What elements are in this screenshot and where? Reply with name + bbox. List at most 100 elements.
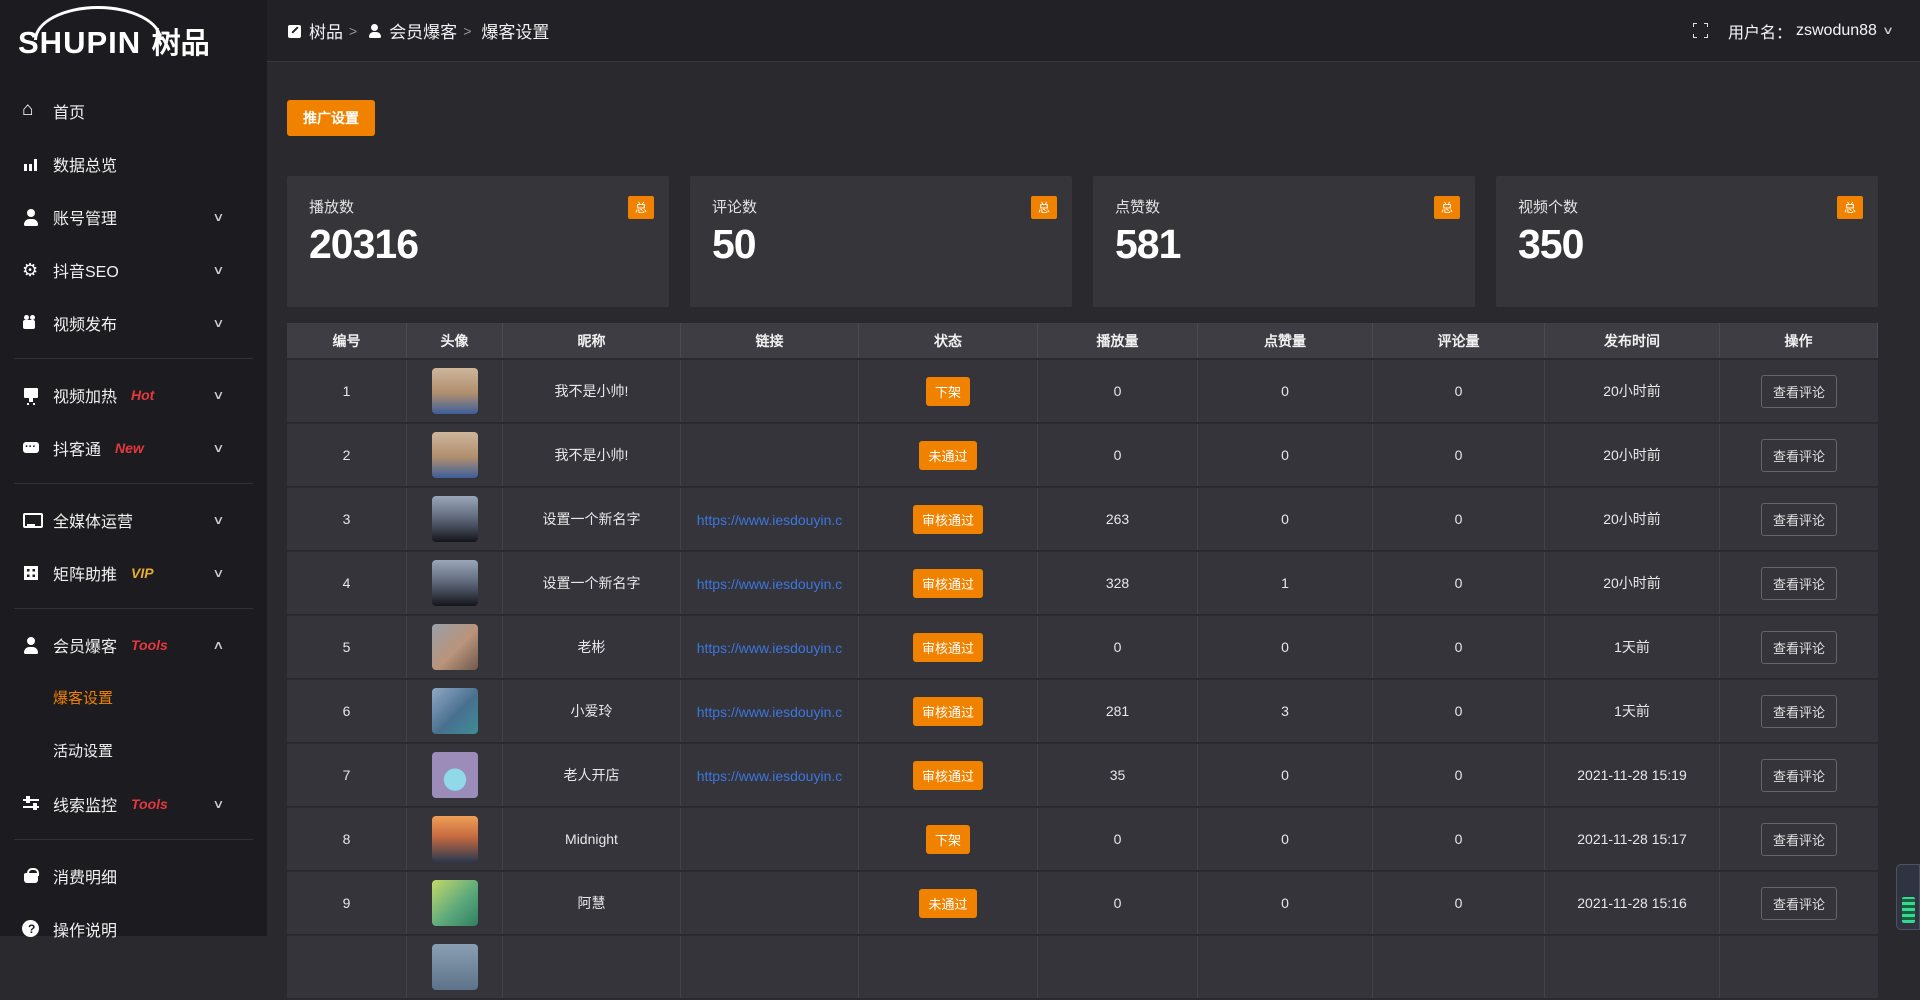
status-badge[interactable]: 下架 bbox=[926, 377, 970, 406]
cell-id: 9 bbox=[287, 872, 407, 934]
sidebar-item-label: 全媒体运营 bbox=[53, 508, 133, 532]
cell-status: 审核通过 bbox=[859, 552, 1038, 614]
video-link[interactable]: https://www.iesdouyin.c bbox=[697, 768, 843, 784]
sidebar-item[interactable]: 线索监控 Tools ∨ bbox=[0, 777, 267, 830]
sidebar-item-block: 全媒体运营 ∨ bbox=[0, 493, 267, 546]
table-row bbox=[287, 936, 1878, 998]
sidebar-item-icon bbox=[22, 155, 40, 173]
sidebar-item[interactable]: 会员爆客 Tools ∧ bbox=[0, 618, 267, 671]
cell-nickname: 我不是小帅! bbox=[503, 424, 681, 486]
status-badge[interactable]: 未通过 bbox=[919, 889, 976, 918]
sidebar-item-tag: VIP bbox=[131, 565, 154, 581]
sidebar-item[interactable]: 视频加热 Hot ∨ bbox=[0, 368, 267, 421]
sidebar-item[interactable]: 数据总览 bbox=[0, 137, 267, 190]
avatar[interactable] bbox=[432, 880, 478, 926]
avatar[interactable] bbox=[432, 432, 478, 478]
breadcrumb-item[interactable]: 树品 > bbox=[287, 18, 357, 43]
user-menu[interactable]: 用户名： zswodun88 ∨ bbox=[1728, 19, 1892, 43]
view-comments-button[interactable]: 查看评论 bbox=[1761, 439, 1837, 472]
status-badge[interactable]: 审核通过 bbox=[913, 505, 983, 534]
video-link[interactable]: https://www.iesdouyin.c bbox=[697, 512, 843, 528]
cell-link bbox=[681, 808, 859, 870]
view-comments-button[interactable]: 查看评论 bbox=[1761, 503, 1837, 536]
view-comments-button[interactable]: 查看评论 bbox=[1761, 375, 1837, 408]
sidebar-item-label: 数据总览 bbox=[53, 152, 117, 176]
status-badge[interactable]: 审核通过 bbox=[913, 697, 983, 726]
status-badge[interactable]: 审核通过 bbox=[913, 633, 983, 662]
view-comments-button[interactable]: 查看评论 bbox=[1761, 887, 1837, 920]
cell-nickname bbox=[503, 936, 681, 998]
sidebar-item-tag: New bbox=[115, 440, 144, 456]
sidebar-item[interactable]: 抖客通 New ∨ bbox=[0, 421, 267, 474]
view-comments-button[interactable]: 查看评论 bbox=[1761, 567, 1837, 600]
breadcrumb: 树品 > 会员爆客 > 爆客设置 bbox=[287, 18, 555, 43]
avatar[interactable] bbox=[432, 688, 478, 734]
cell-plays: 0 bbox=[1038, 616, 1198, 678]
cell-likes: 0 bbox=[1198, 808, 1373, 870]
app-logo[interactable]: SHUPIN 树品 bbox=[0, 0, 267, 70]
cell-status bbox=[859, 936, 1038, 998]
cell-avatar bbox=[407, 872, 503, 934]
sidebar-item[interactable]: 消费明细 bbox=[0, 849, 267, 902]
breadcrumb-label: 爆客设置 bbox=[481, 18, 549, 43]
column-header: 播放量 bbox=[1038, 323, 1198, 358]
cell-status: 未通过 bbox=[859, 872, 1038, 934]
cell-time: 1天前 bbox=[1545, 616, 1720, 678]
breadcrumb-item[interactable]: 会员爆客 > bbox=[367, 18, 471, 43]
sidebar-item[interactable]: 爆客设置 bbox=[0, 671, 267, 724]
promo-settings-button[interactable]: 推广设置 bbox=[287, 100, 375, 136]
cell-likes: 3 bbox=[1198, 680, 1373, 742]
sidebar-item-block: 抖音SEO ∨ bbox=[0, 243, 267, 296]
cell-plays: 0 bbox=[1038, 808, 1198, 870]
floating-widget-icon bbox=[1902, 897, 1915, 923]
cell-status: 审核通过 bbox=[859, 488, 1038, 550]
status-badge[interactable]: 审核通过 bbox=[913, 569, 983, 598]
cell-avatar bbox=[407, 552, 503, 614]
sidebar-item[interactable]: 全媒体运营 ∨ bbox=[0, 493, 267, 546]
avatar[interactable] bbox=[432, 752, 478, 798]
cell-likes: 0 bbox=[1198, 744, 1373, 806]
avatar[interactable] bbox=[432, 560, 478, 606]
sidebar-nav: 首页 数据总览 账号管理 bbox=[0, 70, 267, 955]
sidebar-item[interactable]: 视频发布 ∨ bbox=[0, 296, 267, 349]
status-badge[interactable]: 下架 bbox=[926, 825, 970, 854]
cell-nickname: 设置一个新名字 bbox=[503, 552, 681, 614]
sidebar-item[interactable]: 矩阵助推 VIP ∨ bbox=[0, 546, 267, 599]
sidebar-item-block: 矩阵助推 VIP ∨ bbox=[0, 546, 267, 609]
view-comments-button[interactable]: 查看评论 bbox=[1761, 759, 1837, 792]
video-link[interactable]: https://www.iesdouyin.c bbox=[697, 576, 843, 592]
view-comments-button[interactable]: 查看评论 bbox=[1761, 823, 1837, 856]
view-comments-button[interactable]: 查看评论 bbox=[1761, 695, 1837, 728]
avatar[interactable] bbox=[432, 944, 478, 990]
cell-plays: 0 bbox=[1038, 872, 1198, 934]
cell-comments: 0 bbox=[1373, 488, 1545, 550]
status-badge[interactable]: 未通过 bbox=[919, 441, 976, 470]
floating-widget[interactable] bbox=[1896, 864, 1920, 930]
cell-avatar bbox=[407, 488, 503, 550]
status-badge[interactable]: 审核通过 bbox=[913, 761, 983, 790]
cell-comments: 0 bbox=[1373, 552, 1545, 614]
view-comments-button[interactable]: 查看评论 bbox=[1761, 631, 1837, 664]
total-badge: 总 bbox=[628, 196, 654, 219]
avatar[interactable] bbox=[432, 496, 478, 542]
chevron-icon: ∨ bbox=[212, 263, 224, 277]
breadcrumb-item[interactable]: 爆客设置 bbox=[481, 18, 555, 43]
cell-avatar bbox=[407, 680, 503, 742]
sidebar-item[interactable]: 活动设置 bbox=[0, 724, 267, 777]
fullscreen-icon[interactable] bbox=[1693, 23, 1708, 38]
sidebar-item-icon bbox=[22, 102, 40, 120]
video-link[interactable]: https://www.iesdouyin.c bbox=[697, 704, 843, 720]
sidebar-item[interactable]: 首页 bbox=[0, 84, 267, 137]
sidebar-item[interactable]: 账号管理 ∨ bbox=[0, 190, 267, 243]
cell-action: 查看评论 bbox=[1720, 424, 1878, 486]
table-row: 1 我不是小帅! 下架 0 0 0 bbox=[287, 360, 1878, 422]
cell-action: 查看评论 bbox=[1720, 360, 1878, 422]
sidebar-item[interactable]: 抖音SEO ∨ bbox=[0, 243, 267, 296]
cell-link: https://www.iesdouyin.c bbox=[681, 552, 859, 614]
video-link[interactable]: https://www.iesdouyin.c bbox=[697, 640, 843, 656]
avatar[interactable] bbox=[432, 816, 478, 862]
cell-comments: 0 bbox=[1373, 616, 1545, 678]
avatar[interactable] bbox=[432, 624, 478, 670]
avatar[interactable] bbox=[432, 368, 478, 414]
cell-status: 审核通过 bbox=[859, 680, 1038, 742]
